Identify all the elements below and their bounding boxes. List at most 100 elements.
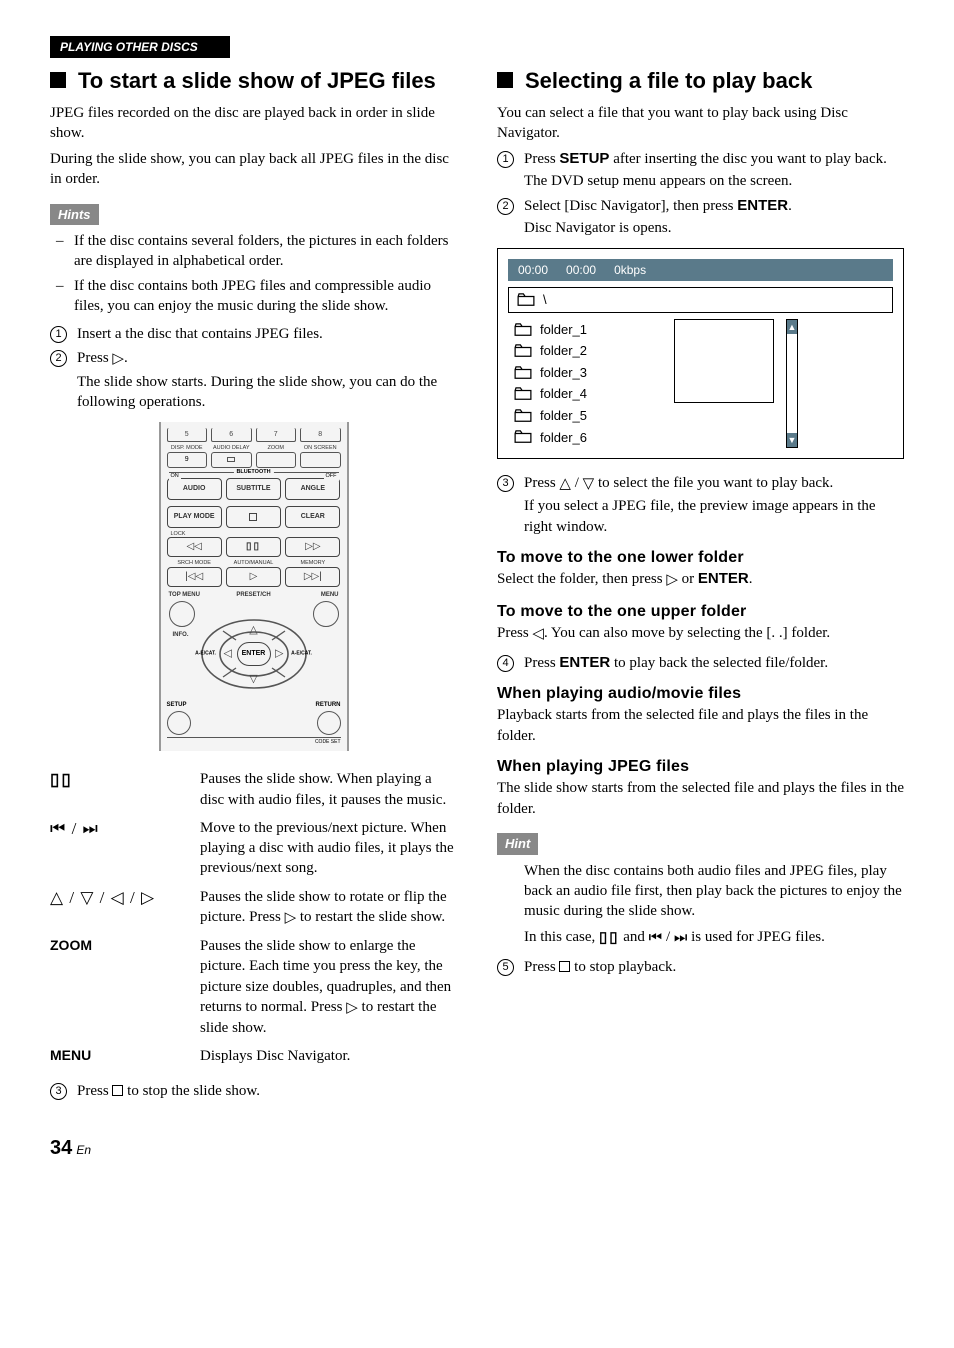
up-arrow-icon: △ [559,476,571,492]
remote-label: ZOOM [256,446,297,452]
remote-label: AUTO/MANUAL [226,561,281,567]
preview-box [674,319,774,403]
remote-topmenu-label: TOP MENU [169,591,200,599]
remote-key-5: 5 [167,428,208,442]
nav-time-2: 00:00 [566,262,596,278]
nav-time-1: 00:00 [518,262,548,278]
bullet-square-icon [50,72,66,88]
nav-root-label: \ [543,291,547,309]
remote-key-7: 7 [256,428,297,442]
folder-icon [514,323,532,337]
scroll-up-icon: ▲ [787,320,797,334]
r-step2-sub: Disc Navigator is opens. [524,218,904,238]
remote-menu-label: MENU [321,591,339,599]
skip-next-icon: ⏭ [674,930,688,946]
folder-label: folder_2 [540,342,587,360]
list-item: folder_3 [508,362,668,384]
left-intro-2: During the slide show, you can play back… [50,149,457,190]
step-3: 3 Press to stop the slide show. [50,1081,457,1101]
folder-icon [514,409,532,423]
r-step1-sub: The DVD setup menu appears on the screen… [524,171,904,191]
r-step3-a: Press [524,475,559,491]
play-icon: ▷ [285,910,297,926]
menu-key-label: MENU [50,1042,200,1070]
step-2-text-b: . [124,350,128,366]
pause-icon: ▯▯ [599,930,620,946]
up-arrow-icon: △ [50,888,64,907]
step-3-text-a: Press [77,1083,112,1099]
remote-pause-button: ▯▯ [226,537,281,557]
r-step5-b: to stop playback. [570,959,676,975]
remote-label: SRCH MODE [167,561,222,567]
left-arrow-icon: ◁ [111,888,125,907]
r-step3-sub: If you select a JPEG file, the preview i… [524,496,904,537]
list-item: folder_6 [508,427,668,449]
lower-folder-heading: To move to the one lower folder [497,547,904,569]
r-step1-b: after inserting the disc you want to pla… [609,151,886,167]
remote-clear-button: CLEAR [285,506,340,528]
remote-key-8: 8 [300,428,341,442]
r-step4-a: Press [524,655,559,671]
left-intro-1: JPEG files recorded on the disc are play… [50,103,457,144]
enter-label: ENTER [737,197,788,214]
nav-header: 00:00 00:00 0kbps [508,259,893,281]
r-step-1: 1 Press SETUP after inserting the disc y… [497,149,904,192]
operations-table: ▯▯ Pauses the slide show. When playing a… [50,765,457,1070]
hint-item: If the disc contains both JPEG files and… [74,276,457,317]
table-row: MENU Displays Disc Navigator. [50,1042,457,1070]
table-row: △ / ▽ / ◁ / ▷ Pauses the slide show to r… [50,883,457,933]
remote-aecat-label: A-E/CAT. [195,651,217,656]
hint-item: If the disc contains several folders, th… [74,231,457,272]
list-item: folder_2 [508,340,668,362]
remote-btn [256,452,297,468]
skip-prev-icon: ⏮ [649,930,663,946]
remote-control-diagram: 5 6 7 8 DISP. MODE AUDIO DELAY ZOOM ON S… [159,422,349,751]
upper-folder-heading: To move to the one upper folder [497,601,904,623]
hints-list: If the disc contains several folders, th… [50,231,457,316]
hints-badge: Hints [50,204,99,226]
step-2: 2 Press ▷. The slide show starts. During… [50,348,457,412]
r-step-4: 4 Press ENTER to play back the selected … [497,653,904,673]
page-lang: En [76,1143,91,1157]
right-arrow-icon: ▷ [666,572,678,588]
nav-scrollbar: ▲ ▼ [786,319,798,448]
remote-audio-button: AUDIO [167,478,222,500]
hint-text-1: When the disc contains both audio files … [524,861,904,922]
down-arrow-icon: ▽ [249,672,257,687]
skip-next-icon: ⏭ [83,819,99,838]
remote-key-6: 6 [211,428,252,442]
right-column: Selecting a file to play back You can se… [497,68,904,1105]
r-step1-a: Press [524,151,559,167]
jpeg-text: The slide show starts from the selected … [497,778,904,819]
r-step2-a: Select [Disc Navigator], then press [524,198,737,214]
enter-label: ENTER [559,654,610,671]
skip-prev-icon: ⏮ [50,819,66,838]
remote-setup-label: SETUP [167,701,187,709]
play-icon: ▷ [112,351,124,367]
remote-setup-button [167,711,191,735]
r-step3-b: to select the file you want to play back… [594,475,833,491]
op-zoom-desc: Pauses the slide show to enlarge the pic… [200,932,457,1042]
down-arrow-icon: ▽ [80,888,94,907]
remote-rewind-button: ◁◁ [167,537,222,557]
two-column-layout: To start a slide show of JPEG files JPEG… [50,68,904,1105]
step-1-text: Insert a the disc that contains JPEG fil… [77,324,457,344]
remote-codeset-label: CODE SET [167,737,341,746]
remote-subtitle-button: SUBTITLE [226,478,281,500]
step-2-sub: The slide show starts. During the slide … [77,372,457,413]
remote-aecat-label: A-E/CAT. [291,651,313,656]
r-step-3: 3 Press △ / ▽ to select the file you wan… [497,473,904,537]
up-arrow-icon: △ [249,623,257,638]
remote-next-button: ▷▷| [285,567,340,587]
r-step-5: 5 Press to stop playback. [497,957,904,977]
remote-label: AUDIO DELAY [211,446,252,452]
remote-btn [211,452,252,468]
remote-label: ON SCREEN [300,446,341,452]
table-row: ⏮ / ⏭ Move to the previous/next picture.… [50,814,457,883]
step-number-icon: 5 [497,959,514,976]
remote-return-label: RETURN [316,701,341,709]
down-arrow-icon: ▽ [583,476,595,492]
remote-prev-button: |◁◁ [167,567,222,587]
remote-label-on: ON [169,472,181,480]
op-skip-desc: Move to the previous/next picture. When … [200,814,457,883]
